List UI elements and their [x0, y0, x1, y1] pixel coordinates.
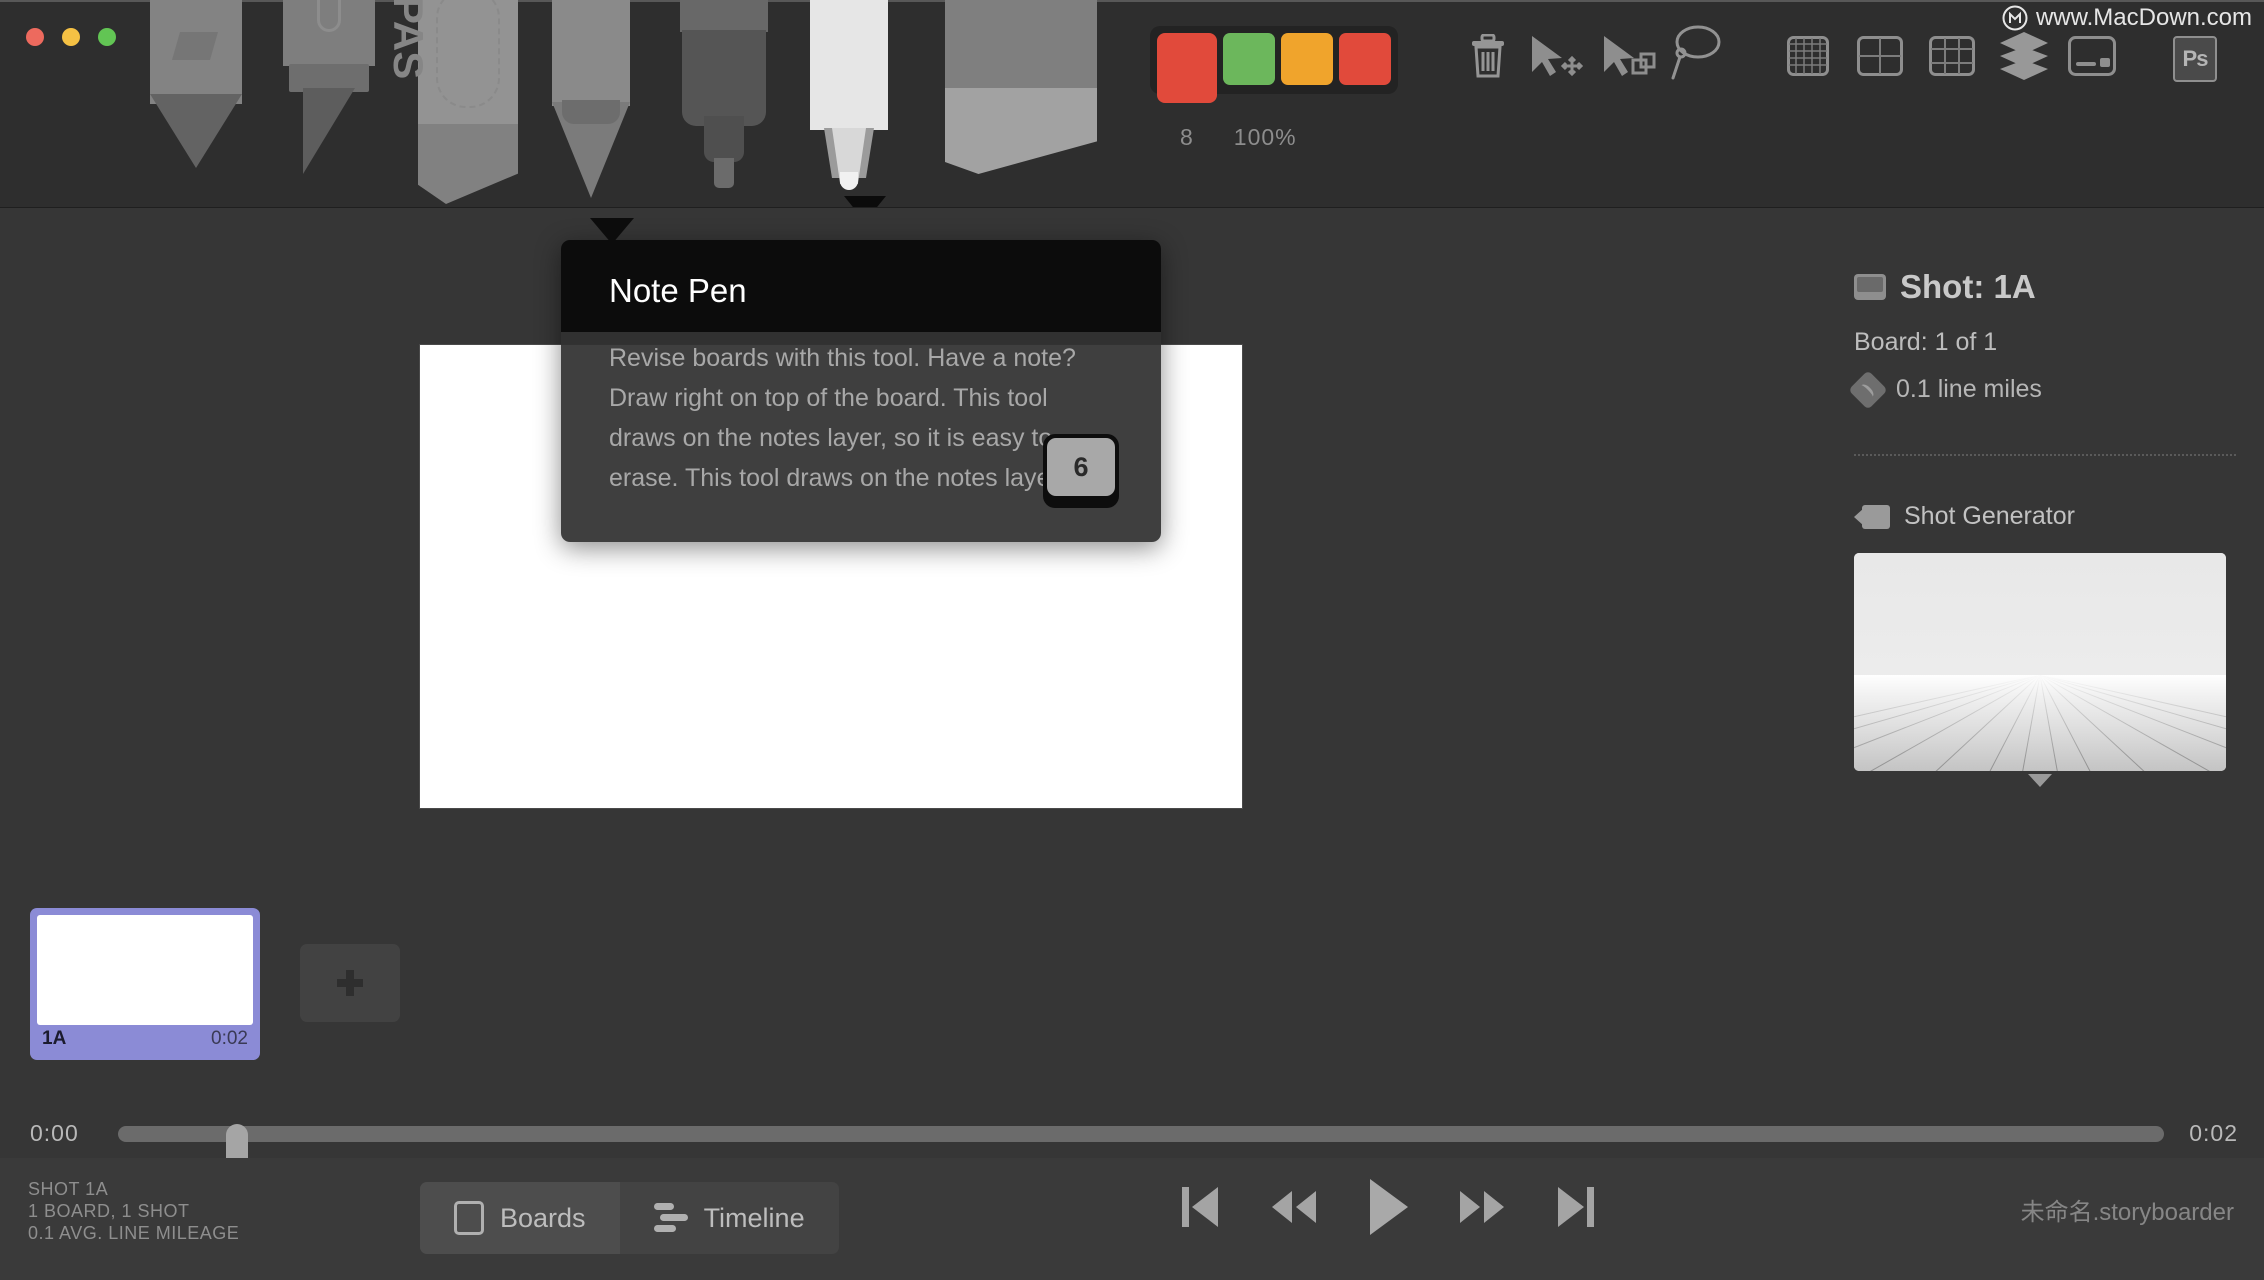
trash-icon[interactable] [1468, 33, 1508, 83]
board-thumbnail[interactable]: 1A 0:02 [30, 908, 260, 1060]
camera-icon [1854, 504, 1890, 529]
shot-title: Shot: 1A [1900, 268, 2036, 305]
plus-icon [337, 970, 363, 996]
shot-generator-expand-caret[interactable] [2028, 774, 2052, 787]
status-summary: SHOT 1A 1 BOARD, 1 SHOT 0.1 AVG. LINE MI… [28, 1178, 239, 1244]
perspective-grid-icon [1854, 675, 2226, 771]
project-filename: 未命名.storyboarder [2020, 1199, 2234, 1226]
tooltip-description: Revise boards with this tool. Have a not… [609, 344, 1076, 492]
line-mileage-label: 0.1 line miles [1896, 375, 2042, 403]
shot-generator-title: Shot Generator [1904, 502, 2075, 530]
tab-timeline-label: Timeline [703, 1202, 805, 1233]
sg-sky [1854, 553, 2226, 676]
tooltip-title: Note Pen [609, 272, 747, 309]
tab-timeline[interactable]: Timeline [620, 1182, 839, 1254]
thirds-icon[interactable] [1929, 36, 1975, 81]
skip-start-button[interactable] [1180, 1183, 1222, 1231]
shot-header: Shot: 1A [1854, 268, 2236, 306]
macdown-watermark: www.MacDown.com [2002, 4, 2252, 32]
board-thumbnail-meta: 1A 0:02 [37, 1025, 253, 1050]
active-tool-pointer [844, 196, 886, 207]
caption-icon[interactable] [2068, 36, 2116, 81]
shot-generator-preview[interactable] [1854, 553, 2226, 771]
right-sidebar: Shot: 1A Board: 1 of 1 0.1 line miles Sh… [1844, 208, 2264, 908]
tooltip-body: Revise boards with this tool. Have a not… [561, 332, 1161, 542]
board-thumbnail-image [37, 915, 253, 1025]
view-mode-toggle[interactable]: Boards Timeline [420, 1182, 839, 1254]
bottom-status-bar: SHOT 1A 1 BOARD, 1 SHOT 0.1 AVG. LINE MI… [0, 1158, 2264, 1280]
timeline-scrubber[interactable]: 0:00 0:02 [0, 1112, 2264, 1170]
tooltip-arrow [590, 218, 634, 244]
close-button[interactable] [26, 28, 44, 46]
shot-generator-header[interactable]: Shot Generator [1854, 502, 2236, 531]
shortcut-keycap: 6 [1043, 434, 1119, 508]
tab-boards[interactable]: Boards [420, 1182, 620, 1254]
transport-controls[interactable] [1180, 1176, 1596, 1238]
macdown-logo-icon [2002, 5, 2028, 31]
status-line-counts: 1 BOARD, 1 SHOT [28, 1201, 190, 1221]
tooltip-header: Note Pen [561, 240, 1161, 332]
top-toolbar: PAS 8 100% Ps www.MacDown.com [0, 0, 2264, 208]
watermark-text: www.MacDown.com [2035, 4, 2252, 31]
layers-icon[interactable] [1998, 30, 2050, 85]
status-line-mileage: 0.1 AVG. LINE MILEAGE [28, 1223, 240, 1243]
scale-cursor-icon[interactable] [1600, 34, 1658, 85]
board-thumbnail-duration: 0:02 [211, 1028, 248, 1049]
window-controls [26, 28, 116, 46]
board-thumbnail-label: 1A [42, 1028, 67, 1049]
timeline-end-time: 0:02 [2189, 1120, 2238, 1146]
board-screen-icon [1854, 274, 1886, 300]
swatch-current[interactable] [1157, 33, 1217, 103]
add-board-button[interactable] [300, 944, 400, 1022]
brush-settings: 8 100% [1180, 124, 1297, 151]
board-count-label: Board: 1 of 1 [1854, 328, 1998, 356]
swatch-orange[interactable] [1281, 33, 1333, 85]
color-palette[interactable] [1150, 26, 1398, 111]
timeline-start-time: 0:00 [30, 1120, 79, 1146]
swatch-green[interactable] [1223, 33, 1275, 85]
lasso-icon[interactable] [1665, 22, 1725, 87]
center-guide-icon[interactable] [1857, 36, 1903, 81]
move-cursor-icon[interactable] [1528, 34, 1588, 85]
swatch-red[interactable] [1339, 33, 1391, 85]
timeline-icon [653, 1203, 688, 1233]
palette-swatches [1150, 26, 1398, 103]
sg-floor-grid [1854, 675, 2226, 771]
skip-end-button[interactable] [1554, 1183, 1596, 1231]
status-line-shot: SHOT 1A [28, 1179, 109, 1199]
scrubber-track[interactable] [118, 1124, 2164, 1170]
tool-rack: PAS [150, 0, 1160, 207]
line-mileage-icon [1848, 369, 1888, 410]
photoshop-icon[interactable]: Ps [2173, 36, 2217, 82]
play-button[interactable] [1364, 1176, 1412, 1238]
brush-opacity-value[interactable]: 100% [1234, 124, 1297, 151]
fast-forward-button[interactable] [1454, 1183, 1512, 1231]
brush-size-value[interactable]: 8 [1180, 124, 1194, 151]
keycap-outer: 6 [1043, 434, 1119, 508]
tab-boards-label: Boards [500, 1202, 586, 1233]
line-mileage-row: 0.1 line miles [1848, 369, 2236, 410]
keycap-label: 6 [1047, 438, 1115, 496]
minimize-button[interactable] [62, 28, 80, 46]
boards-icon [454, 1201, 484, 1235]
grid-icon[interactable] [1787, 36, 1829, 81]
sidebar-divider [1854, 454, 2236, 456]
board-thumbnail-strip[interactable]: 1A 0:02 [0, 908, 2264, 1112]
rewind-button[interactable] [1264, 1183, 1322, 1231]
tool-tooltip: Note Pen Revise boards with this tool. H… [561, 240, 1161, 542]
maximize-button[interactable] [98, 28, 116, 46]
